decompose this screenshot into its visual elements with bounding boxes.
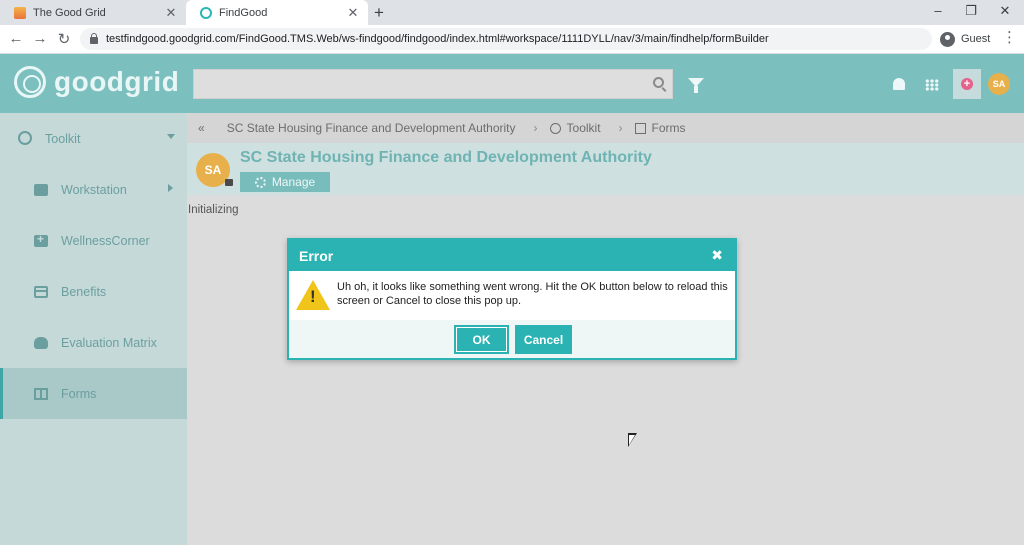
lock-icon: [90, 32, 98, 44]
cancel-button[interactable]: Cancel: [515, 325, 572, 354]
page-title: SC State Housing Finance and Development…: [240, 149, 652, 166]
browser-tab-goodgrid[interactable]: The Good Grid ✕: [0, 0, 186, 25]
globe-icon: [18, 131, 32, 145]
goodgrid-favicon-icon: [14, 6, 26, 19]
tab-close-icon[interactable]: ✕: [346, 5, 360, 21]
dialog-title: Error: [299, 247, 334, 264]
profile-button[interactable]: Guest: [940, 29, 990, 49]
warning-icon: [296, 280, 330, 310]
lock-icon: [225, 179, 233, 186]
breadcrumb-item-org[interactable]: SC State Housing Finance and Development…: [227, 121, 516, 135]
dialog-body: Uh oh, it looks like something went wron…: [289, 271, 735, 320]
sidebar: Toolkit Workstation WellnessCorner Benef…: [0, 113, 187, 545]
columns-icon: [634, 122, 646, 134]
columns-icon: [34, 388, 48, 400]
dialog-footer: OK Cancel: [289, 320, 735, 358]
browser-menu-icon[interactable]: ⋮: [1002, 28, 1017, 46]
tab-title: The Good Grid: [33, 6, 106, 19]
breadcrumb-separator-icon: ›: [618, 121, 623, 135]
url-text: testfindgood.goodgrid.com/FindGood.TMS.W…: [106, 33, 769, 45]
plus-icon: +: [961, 78, 973, 90]
dialog-message: Uh oh, it looks like something went wron…: [337, 281, 728, 307]
briefcase-icon: [34, 184, 48, 196]
sidebar-item-label: Forms: [61, 386, 97, 401]
profile-label: Guest: [961, 33, 991, 45]
manage-button[interactable]: Manage: [240, 172, 330, 192]
address-bar[interactable]: testfindgood.goodgrid.com/FindGood.TMS.W…: [80, 28, 932, 50]
sidebar-item-wellnesscorner[interactable]: WellnessCorner: [0, 215, 187, 266]
ok-button[interactable]: OK: [454, 325, 509, 354]
bell-icon[interactable]: [893, 78, 905, 90]
goodgrid-logo[interactable]: goodgrid: [14, 66, 179, 98]
gears-icon: [254, 176, 266, 188]
breadcrumb: « SC State Housing Finance and Developme…: [187, 113, 1024, 143]
organization-header: SA SC State Housing Finance and Developm…: [187, 143, 1024, 195]
back-button[interactable]: ←: [7, 30, 25, 47]
tab-title: FindGood: [219, 6, 268, 19]
sidebar-item-benefits[interactable]: Benefits: [0, 266, 187, 317]
cloud-upload-icon: [34, 337, 48, 349]
logo-text: goodgrid: [54, 66, 180, 97]
dialog-header: Error ✖: [289, 240, 735, 271]
reload-button[interactable]: ↻: [55, 30, 73, 48]
browser-toolbar: ← → ↻ testfindgood.goodgrid.com/FindGood…: [0, 25, 1024, 54]
sidebar-item-label: Benefits: [61, 284, 107, 299]
collapse-sidebar-icon[interactable]: «: [198, 121, 205, 135]
new-tab-button[interactable]: +: [374, 3, 384, 23]
medkit-icon: [34, 232, 48, 247]
user-avatar[interactable]: SA: [988, 73, 1010, 95]
apps-grid-icon[interactable]: [925, 79, 939, 91]
minimize-button[interactable]: –: [923, 3, 953, 18]
sidebar-item-label: Toolkit: [45, 131, 81, 146]
forward-button[interactable]: →: [31, 30, 49, 47]
filter-icon[interactable]: [688, 78, 704, 93]
window-close-button[interactable]: ✕: [990, 3, 1020, 19]
browser-tab-findgood[interactable]: FindGood ✕: [186, 0, 368, 25]
app-header: goodgrid +: [0, 54, 1024, 113]
sidebar-item-workstation[interactable]: Workstation: [0, 164, 187, 215]
search-icon[interactable]: [653, 77, 664, 88]
findgood-favicon-icon: [200, 6, 212, 19]
chevron-right-icon: [168, 184, 173, 192]
credit-card-icon: [34, 286, 48, 298]
manage-label: Manage: [271, 175, 316, 189]
breadcrumb-separator-icon: ›: [533, 121, 538, 135]
mouse-cursor-icon: [628, 433, 637, 447]
add-button[interactable]: +: [953, 69, 981, 99]
profile-avatar-icon: [940, 31, 955, 47]
breadcrumb-item-toolkit[interactable]: Toolkit: [567, 121, 601, 135]
browser-tab-bar: The Good Grid ✕ FindGood ✕ + – ❐ ✕: [0, 0, 1024, 25]
goodgrid-logo-icon: [14, 66, 46, 98]
sidebar-item-label: Workstation: [61, 182, 127, 197]
globe-icon: [549, 122, 561, 134]
global-search-input[interactable]: [193, 69, 673, 99]
tab-close-icon[interactable]: ✕: [164, 5, 178, 21]
sidebar-item-evaluation-matrix[interactable]: Evaluation Matrix: [0, 317, 187, 368]
close-icon[interactable]: ✖: [711, 248, 723, 262]
breadcrumb-item-forms: Forms: [651, 121, 686, 135]
status-text: Initializing: [188, 204, 239, 216]
restore-button[interactable]: ❐: [956, 3, 986, 19]
sidebar-item-forms[interactable]: Forms: [0, 368, 187, 419]
chevron-down-icon: [167, 134, 175, 139]
sidebar-item-label: WellnessCorner: [61, 233, 150, 248]
error-dialog: Error ✖ Uh oh, it looks like something w…: [287, 238, 737, 360]
sidebar-item-label: Evaluation Matrix: [61, 335, 157, 350]
sidebar-item-toolkit[interactable]: Toolkit: [0, 113, 187, 164]
